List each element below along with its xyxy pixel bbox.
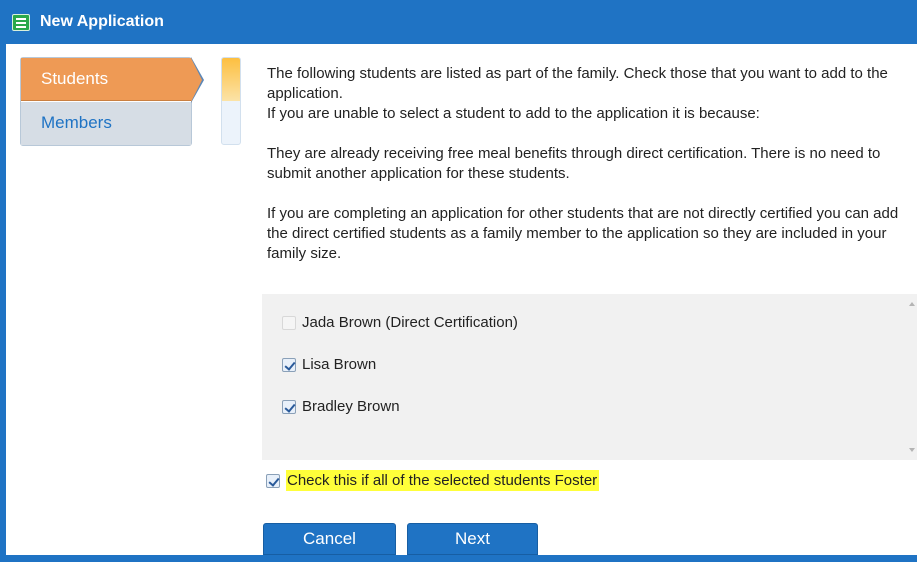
tab-students-label: Students	[41, 69, 109, 88]
student-name: Jada Brown (Direct Certification)	[302, 314, 518, 331]
student-list[interactable]: Jada Brown (Direct Certification) Lisa B…	[262, 294, 917, 460]
title-bar: New Application	[0, 0, 917, 44]
foster-label: Check this if all of the selected studen…	[286, 470, 600, 491]
student-item-jada: Jada Brown (Direct Certification)	[282, 314, 518, 331]
window-border-bottom	[0, 555, 917, 562]
instruction-paragraph-3: They are already receiving free meal ben…	[267, 145, 881, 182]
instruction-paragraph-1: The following students are listed as par…	[267, 65, 888, 102]
window-border-left	[0, 44, 6, 562]
instruction-paragraph-4: If you are completing an application for…	[267, 205, 899, 262]
new-application-window: New Application Students Members The fol…	[0, 0, 917, 562]
window-title: New Application	[40, 13, 164, 30]
student-checkbox-jada	[282, 315, 296, 330]
wizard-step-nav: Students Members	[20, 57, 204, 146]
student-name: Bradley Brown	[302, 398, 400, 415]
form-icon	[12, 14, 30, 31]
instructions: The following students are listed as par…	[267, 64, 917, 264]
step-progress-bar	[221, 57, 241, 145]
student-name: Lisa Brown	[302, 356, 377, 373]
foster-option[interactable]: Check this if all of the selected studen…	[266, 470, 600, 491]
active-tab-arrow	[191, 58, 202, 102]
tab-members-label: Members	[41, 113, 112, 132]
student-checkbox-lisa[interactable]	[282, 357, 296, 372]
instruction-paragraph-2: If you are unable to select a student to…	[267, 105, 760, 122]
scroll-down-arrow-icon[interactable]	[909, 448, 915, 452]
student-item-lisa[interactable]: Lisa Brown	[282, 356, 376, 373]
scroll-up-arrow-icon[interactable]	[909, 302, 915, 306]
student-item-bradley[interactable]: Bradley Brown	[282, 398, 400, 415]
foster-checkbox[interactable]	[266, 473, 280, 488]
tab-members[interactable]: Members	[21, 102, 191, 145]
cancel-button[interactable]: Cancel	[263, 523, 396, 555]
next-button[interactable]: Next	[407, 523, 538, 555]
step-progress-fill	[222, 58, 240, 101]
tab-students[interactable]: Students	[21, 57, 204, 103]
student-checkbox-bradley[interactable]	[282, 399, 296, 414]
